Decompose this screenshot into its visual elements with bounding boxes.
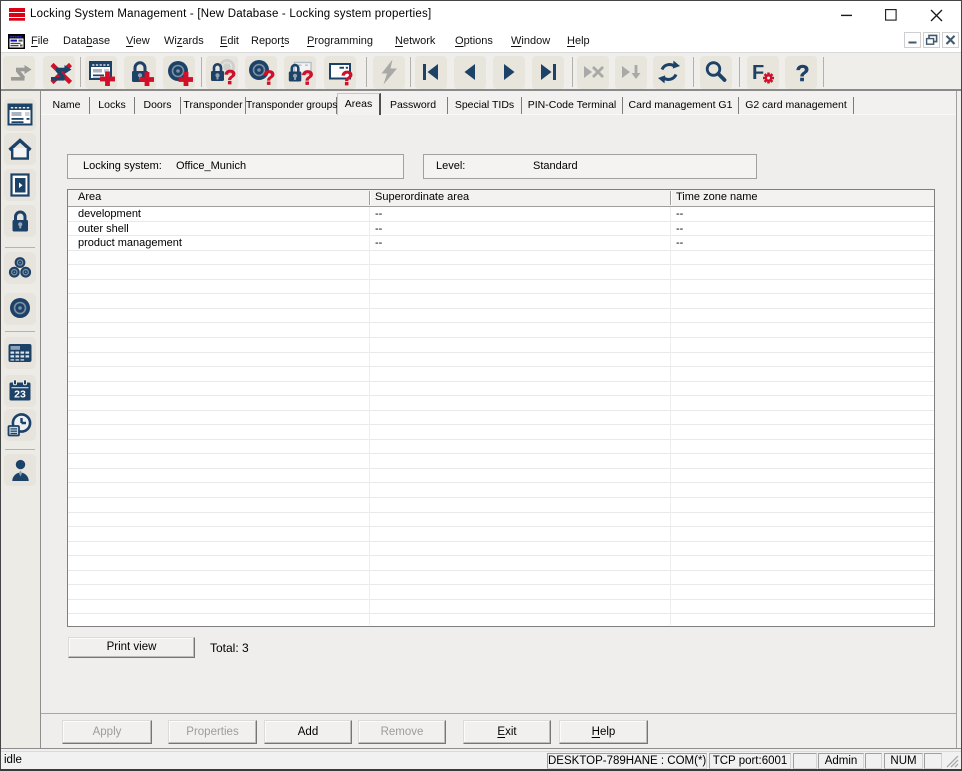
svg-text:23: 23 [14,389,26,401]
svg-text:?: ? [302,68,314,87]
svg-text:F: F [752,62,764,84]
svg-text:?: ? [796,60,810,86]
svg-text:?: ? [263,68,275,87]
svg-text:?: ? [341,68,353,86]
svg-text:?: ? [224,67,236,86]
